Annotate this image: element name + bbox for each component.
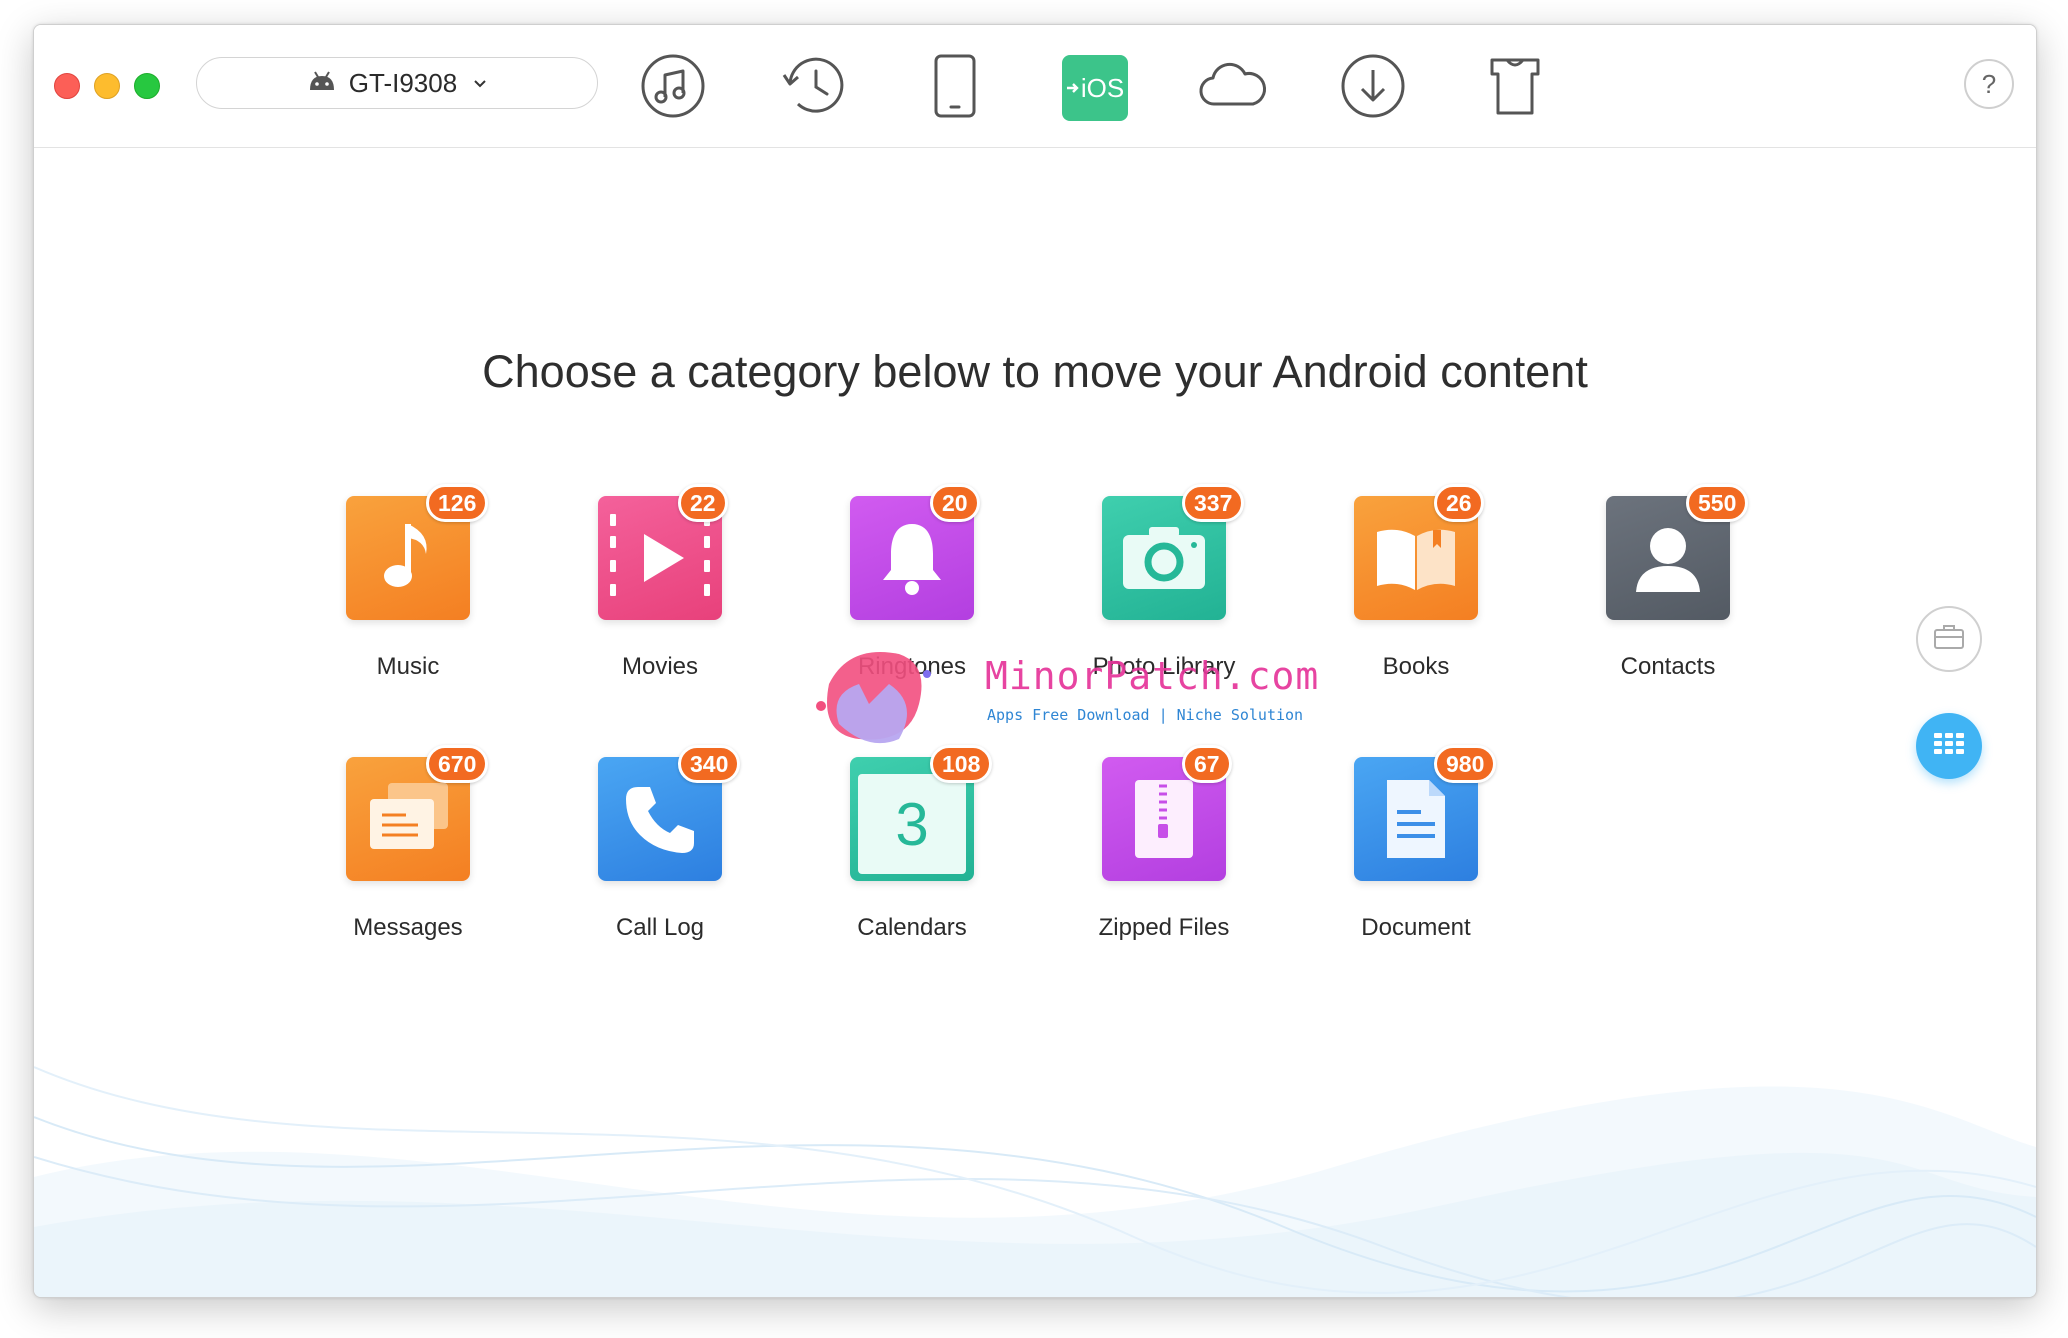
category-label: Calendars: [857, 914, 967, 941]
category-label: Messages: [353, 914, 463, 941]
toolbox-icon: [1932, 623, 1966, 656]
calendar-day: 3: [895, 790, 929, 858]
count-badge: 550: [1686, 484, 1749, 522]
watermark-logo-icon: [816, 652, 931, 744]
toolbox-button[interactable]: [1916, 606, 1982, 672]
category-movies[interactable]: 22 Movies: [550, 484, 770, 696]
count-badge: 20: [930, 484, 980, 522]
watermark-title: MinorPatch.com: [985, 654, 1320, 698]
close-window-button[interactable]: [54, 73, 80, 99]
device-name: GT-I9308: [348, 67, 458, 98]
device-manager-tool[interactable]: [920, 53, 990, 123]
shirt-icon: [1487, 55, 1543, 122]
cloud-icon: [1197, 56, 1269, 121]
ios-label: iOS: [1080, 72, 1125, 103]
category-document[interactable]: 980 Document: [1306, 745, 1526, 957]
phone-icon: [930, 53, 980, 124]
toolkit-tool[interactable]: [1480, 53, 1550, 123]
device-selector[interactable]: GT-I9308: [196, 57, 598, 109]
grid-icon: [1934, 732, 1964, 760]
chevron-down-icon: [473, 73, 487, 94]
count-badge: 980: [1434, 745, 1497, 783]
downloader-tool[interactable]: [1338, 53, 1408, 123]
count-badge: 337: [1182, 484, 1245, 522]
page-heading: Choose a category below to move your And…: [482, 346, 1588, 398]
watermark: MinorPatch.com Apps Free Download | Nich…: [809, 644, 1318, 754]
count-badge: 670: [426, 745, 489, 783]
history-clock-icon: [780, 53, 850, 124]
minimize-window-button[interactable]: [94, 73, 120, 99]
category-label: Movies: [621, 653, 699, 680]
category-label: Zipped Files: [1098, 914, 1230, 941]
count-badge: 126: [426, 484, 489, 522]
category-grid-button[interactable]: [1916, 713, 1982, 779]
category-label: Call Log: [615, 914, 705, 941]
category-zipped-files[interactable]: 67 Zipped Files: [1054, 745, 1274, 957]
category-label: Contacts: [1620, 653, 1716, 680]
category-messages[interactable]: 670 Messages: [298, 745, 518, 957]
to-ios-icon: iOS: [1062, 55, 1128, 121]
cloud-tool[interactable]: [1198, 53, 1268, 123]
count-badge: 22: [678, 484, 728, 522]
category-call-log[interactable]: 340 Call Log: [550, 745, 770, 957]
category-label: Document: [1361, 914, 1471, 941]
help-label: ?: [1981, 68, 1997, 99]
category-books[interactable]: 26 Books: [1306, 484, 1526, 696]
count-badge: 26: [1434, 484, 1484, 522]
title-bar: GT-I9308 iOS ?: [34, 25, 2036, 148]
category-contacts[interactable]: 550 Contacts: [1558, 484, 1778, 696]
main-content: Choose a category below to move your And…: [34, 148, 2036, 1297]
category-calendars[interactable]: 3 108 Calendars: [802, 745, 1022, 957]
music-manager-tool[interactable]: [638, 53, 708, 123]
android-to-ios-tool[interactable]: iOS: [1060, 53, 1130, 123]
music-note-icon: [640, 53, 706, 124]
category-label: Music: [376, 653, 440, 680]
category-music[interactable]: 126 Music: [298, 484, 518, 696]
background-waves: [34, 1066, 2036, 1297]
category-label: Books: [1382, 653, 1450, 680]
count-badge: 340: [678, 745, 741, 783]
backup-history-tool[interactable]: [780, 53, 850, 123]
android-icon: [307, 70, 337, 97]
help-button[interactable]: ?: [1964, 59, 2014, 109]
app-window: GT-I9308 iOS ? Choose a category below t…: [33, 24, 2037, 1298]
zoom-window-button[interactable]: [134, 73, 160, 99]
download-icon: [1340, 53, 1406, 124]
watermark-subtitle: Apps Free Download | Niche Solution: [987, 706, 1304, 724]
